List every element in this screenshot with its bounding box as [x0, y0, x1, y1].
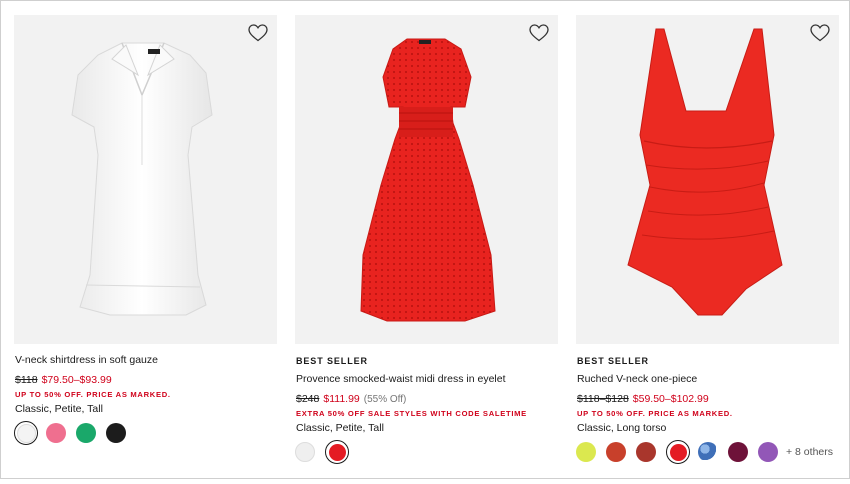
promo-text: UP TO 50% OFF. PRICE AS MARKED. — [577, 409, 733, 418]
product-info: BEST SELLER Provence smocked-waist midi … — [295, 344, 558, 484]
percent-off: (55% Off) — [363, 394, 407, 405]
heart-icon[interactable] — [248, 24, 268, 42]
swatch-red[interactable] — [325, 440, 349, 464]
price-row: $248 $111.99 (55% Off) — [296, 393, 406, 405]
product-name[interactable]: Ruched V-neck one-piece — [577, 373, 697, 385]
swatch-brick[interactable] — [636, 442, 656, 462]
white-shirtdress-image — [71, 42, 213, 316]
fit-options: Classic, Long torso — [577, 422, 667, 434]
red-swimsuit-image — [627, 28, 783, 316]
color-swatches — [14, 421, 136, 445]
swatch-purple[interactable] — [758, 442, 778, 462]
product-info: V-neck shirtdress in soft gauze $118 $79.… — [14, 344, 277, 484]
sale-price: $59.50–$102.99 — [632, 393, 709, 405]
product-name[interactable]: V-neck shirtdress in soft gauze — [15, 354, 158, 366]
red-eyelet-dress-image — [360, 38, 496, 322]
heart-icon[interactable] — [810, 24, 830, 42]
swatch-burgundy[interactable] — [728, 442, 748, 462]
swatch-black[interactable] — [106, 423, 126, 443]
product-info: BEST SELLER Ruched V-neck one-piece $118… — [576, 344, 839, 484]
fit-options: Classic, Petite, Tall — [296, 422, 384, 434]
best-seller-badge: BEST SELLER — [577, 356, 649, 366]
swatch-white[interactable] — [295, 442, 315, 462]
product-card-shirtdress[interactable]: V-neck shirtdress in soft gauze $118 $79.… — [14, 15, 277, 484]
list-price: $118 — [15, 374, 38, 386]
heart-icon[interactable] — [529, 24, 549, 42]
product-card-one-piece[interactable]: BEST SELLER Ruched V-neck one-piece $118… — [576, 15, 839, 484]
more-colors-link[interactable]: + 8 others — [786, 446, 833, 458]
swatch-lime[interactable] — [576, 442, 596, 462]
swatch-red[interactable] — [666, 440, 690, 464]
swatch-white[interactable] — [14, 421, 38, 445]
list-price: $248 — [296, 393, 320, 405]
product-name[interactable]: Provence smocked-waist midi dress in eye… — [296, 373, 506, 385]
sale-price: $111.99 — [323, 393, 360, 405]
swatch-pink[interactable] — [46, 423, 66, 443]
best-seller-badge: BEST SELLER — [296, 356, 368, 366]
fit-options: Classic, Petite, Tall — [15, 403, 103, 415]
promo-text: UP TO 50% OFF. PRICE AS MARKED. — [15, 390, 171, 399]
color-swatches — [295, 440, 357, 464]
product-image[interactable] — [295, 15, 558, 344]
product-card-midi-dress[interactable]: BEST SELLER Provence smocked-waist midi … — [295, 15, 558, 484]
color-swatches: + 8 others — [576, 440, 833, 464]
price-row: $118 $79.50–$93.99 — [15, 374, 112, 386]
product-image[interactable] — [14, 15, 277, 344]
swatch-green[interactable] — [76, 423, 96, 443]
swatch-blue-print[interactable] — [698, 442, 718, 462]
list-price: $118–$128 — [577, 393, 629, 405]
swatch-rust-red[interactable] — [606, 442, 626, 462]
product-image[interactable] — [576, 15, 839, 344]
promo-text: EXTRA 50% OFF SALE STYLES WITH CODE SALE… — [296, 409, 527, 418]
sale-price: $79.50–$93.99 — [41, 374, 112, 386]
price-row: $118–$128 $59.50–$102.99 — [577, 393, 709, 405]
